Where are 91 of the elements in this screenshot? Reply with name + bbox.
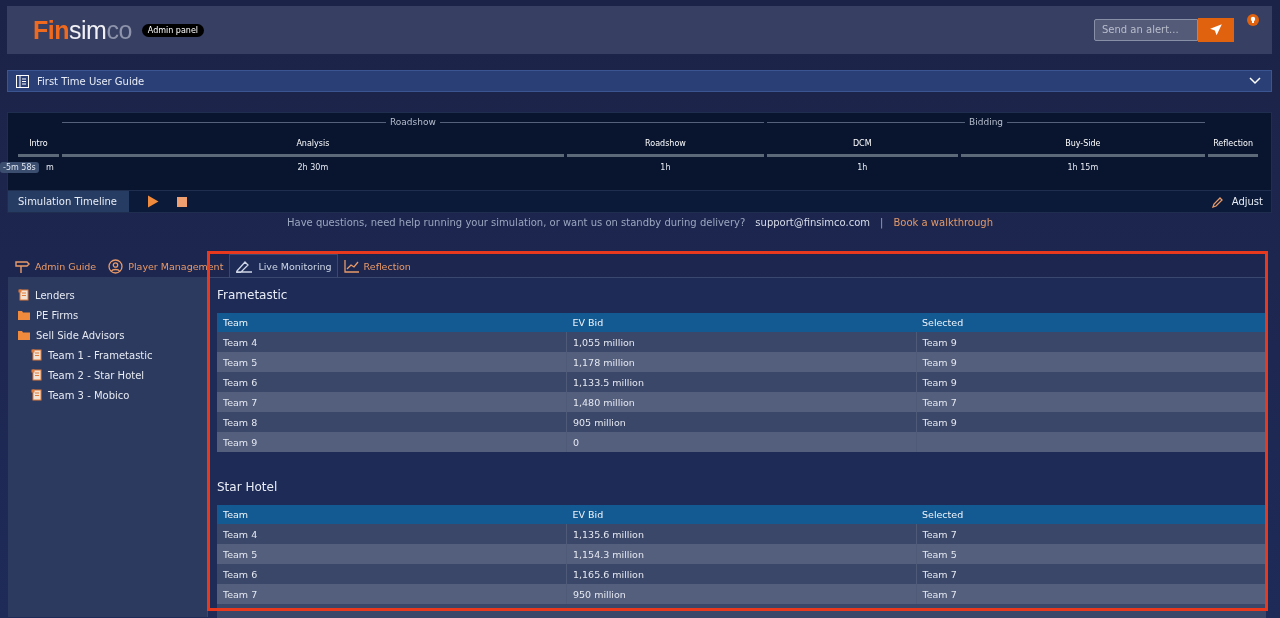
stage-duration: 2h 30m [297, 163, 329, 172]
table-cell: Team 6 [217, 564, 567, 584]
tree-item[interactable]: PE Firms [8, 305, 207, 325]
stop-icon[interactable] [176, 196, 187, 207]
play-icon[interactable] [146, 195, 159, 208]
tree-item[interactable]: Team 1 - Frametastic [8, 345, 207, 365]
stage-label: Roadshow [645, 139, 686, 150]
stage-duration: 1h [857, 163, 868, 172]
tab[interactable]: Reflection [337, 254, 417, 277]
stage-duration: m [46, 163, 54, 172]
table-cell: Team 5 [217, 352, 567, 372]
table-cell: Team 9 [916, 332, 1266, 352]
alert-field[interactable]: Send an alert... [1094, 18, 1198, 41]
phase-group-label: Roadshow [390, 117, 436, 127]
table-cell: Team 8 [217, 412, 567, 432]
stage-label: Reflection [1213, 139, 1253, 150]
folder-icon [18, 330, 30, 340]
table-cell: 1,154.3 million [566, 544, 916, 564]
section-title: Star Hotel [217, 480, 279, 494]
timeline-title: Simulation Timeline [8, 191, 129, 212]
table-cell: Team 9 [916, 352, 1266, 372]
column-header: Selected [916, 313, 1266, 332]
column-header: Selected [916, 505, 1266, 524]
table-cell: 1,480 million [566, 392, 916, 412]
tab[interactable]: Live Monitoring [229, 254, 338, 277]
table-cell: Team 7 [916, 524, 1266, 544]
table-cell: 950 million [566, 584, 916, 604]
scroll-icon [18, 289, 29, 301]
table-cell: 905 million [566, 412, 916, 432]
table-cell: 1,178 million [566, 352, 916, 372]
stage-label: Analysis [296, 139, 330, 150]
phase-group-label: Bidding [969, 117, 1004, 127]
admin-badge: Admin panel [141, 23, 205, 37]
tree-item[interactable]: Team 3 - Mobico [8, 385, 207, 405]
pencil-icon [1211, 195, 1224, 208]
table-cell: Team 4 [217, 524, 567, 544]
stage-label: Intro [29, 139, 48, 150]
scroll-icon [31, 369, 42, 381]
line-chart-icon [343, 259, 359, 273]
table-cell: 1,055 million [566, 332, 916, 352]
stage-bar [1208, 154, 1258, 157]
folder-icon [18, 310, 30, 320]
guide-title: First Time User Guide [37, 75, 145, 87]
user-icon [108, 258, 124, 274]
send-icon [1209, 22, 1223, 37]
tree-item[interactable]: Team 2 - Star Hotel [8, 365, 207, 385]
tree-item[interactable]: Lenders [8, 285, 207, 305]
stage-label: DCM [852, 139, 872, 150]
send-button[interactable] [1198, 17, 1234, 42]
book-icon [16, 74, 29, 88]
table-cell: Team 7 [217, 392, 567, 412]
tab[interactable]: Admin Guide [8, 254, 103, 277]
support-email: support@finsimco.com [755, 217, 871, 228]
table-cell: Team 7 [916, 584, 1266, 604]
table-cell: Team 9 [916, 372, 1266, 392]
scroll-icon [31, 349, 42, 361]
stage-bar [18, 154, 59, 157]
table-cell: Team 5 [916, 544, 1266, 564]
section-title: Frametastic [217, 288, 289, 302]
table-cell: Team 5 [217, 544, 567, 564]
table-cell: Team 4 [217, 332, 567, 352]
logo: Finsimco [33, 15, 132, 45]
elapsed-time-badge: -5m 58s [0, 162, 39, 173]
column-header: EV Bid [566, 313, 916, 332]
table-cell: 1,135.6 million [566, 524, 916, 544]
column-header: Team [217, 505, 567, 524]
separator: | [880, 217, 884, 228]
help-text: Have questions, need help running your simulation, or want us on standby during delivery? [287, 217, 746, 228]
table-cell: 1,133.5 million [566, 372, 916, 392]
stage-duration: 1h [660, 163, 671, 172]
guide-bar[interactable]: First Time User Guide [7, 70, 1272, 92]
stage-label: Buy-Side [1065, 139, 1101, 150]
table-cell: Team 6 [217, 372, 567, 392]
table-cell: Team 7 [916, 392, 1266, 412]
chevron-icon [1249, 77, 1261, 85]
walkthrough-link[interactable]: Book a walkthrough [893, 217, 993, 228]
table-cell: Team 7 [916, 564, 1266, 584]
pen-icon [235, 259, 254, 273]
lightbulb-icon[interactable] [1247, 14, 1259, 26]
table-cell: Team 7 [217, 584, 567, 604]
scroll-icon [31, 389, 42, 401]
table-cell: 0 [566, 432, 916, 452]
adjust-button[interactable]: Adjust [1211, 195, 1263, 208]
stage-duration: 1h 15m [1067, 163, 1099, 172]
column-header: Team [217, 313, 567, 332]
table-cell: Team 9 [916, 412, 1266, 432]
signpost-icon [14, 259, 30, 273]
tree-item[interactable]: Sell Side Advisors [8, 325, 207, 345]
table-cell: 1,165.6 million [566, 564, 916, 584]
table-cell: Team 9 [217, 432, 567, 452]
column-header: EV Bid [566, 505, 916, 524]
